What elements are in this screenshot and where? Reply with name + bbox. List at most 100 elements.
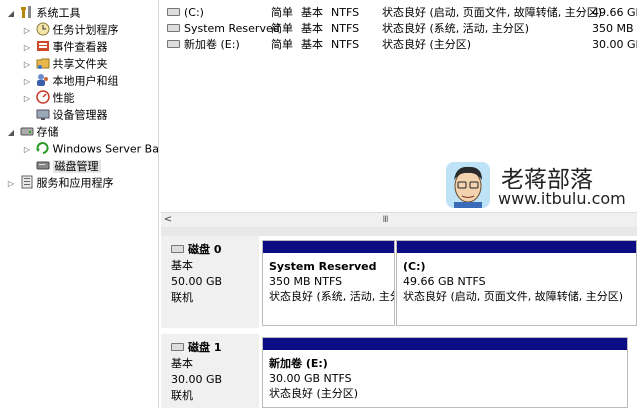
- partition-c[interactable]: (C:) 49.66 GB NTFS 状态良好 (启动, 页面文件, 故障转储,…: [396, 240, 637, 326]
- services-icon: [20, 175, 34, 189]
- volume-layout: 简单: [271, 38, 293, 51]
- tree-item-event-viewer[interactable]: ▷ 事件查看器: [22, 38, 108, 55]
- partition-size: 350 MB NTFS: [269, 275, 343, 288]
- disk-icon: [171, 343, 184, 351]
- disk-name: 磁盘 1: [188, 341, 222, 354]
- partition-bar: [263, 338, 627, 350]
- volume-type: 基本: [301, 22, 323, 35]
- tree-item-performance[interactable]: ▷ 性能: [22, 89, 75, 106]
- expand-arrow-icon[interactable]: ▷: [22, 73, 32, 90]
- tree-item-label: 本地用户和组: [52, 74, 119, 88]
- volume-row[interactable]: 新加卷 (E:) 简单 基本 NTFS 状态良好 (主分区) 30.00 GB: [161, 37, 637, 53]
- partition-bar: [397, 241, 636, 253]
- partition-e[interactable]: 新加卷 (E:) 30.00 GB NTFS 状态良好 (主分区): [262, 337, 628, 408]
- disk-1-label[interactable]: 磁盘 1 基本 30.00 GB 联机: [161, 334, 259, 408]
- scroll-thumb-grip[interactable]: III: [375, 214, 395, 226]
- tree-item-task-scheduler[interactable]: ▷ 任务计划程序: [22, 21, 119, 38]
- collapse-arrow-icon[interactable]: ◢: [6, 5, 16, 22]
- disk-header: 磁盘 1: [171, 340, 259, 356]
- volume-name: System Reserved: [167, 21, 280, 37]
- volume-filesystem: NTFS: [331, 38, 360, 51]
- partition-status: 状态良好 (主分区): [269, 387, 359, 400]
- expand-arrow-icon[interactable]: ▷: [22, 22, 32, 39]
- volume-capacity: 30.00 GB: [592, 38, 637, 51]
- volume-name-text: (C:): [184, 6, 204, 19]
- tree-item-label: 事件查看器: [52, 40, 108, 54]
- volume-icon: [167, 40, 180, 48]
- expand-arrow-icon[interactable]: ▷: [22, 56, 32, 73]
- disk-0-label[interactable]: 磁盘 0 基本 50.00 GB 联机: [161, 236, 259, 328]
- volume-type: 基本: [301, 38, 323, 51]
- expand-arrow-icon[interactable]: ▷: [22, 39, 32, 56]
- volume-capacity: 350 MB: [592, 22, 634, 35]
- volume-name-text: 新加卷 (E:): [184, 38, 240, 51]
- volume-name-text: System Reserved: [184, 22, 280, 35]
- volume-name: 新加卷 (E:): [167, 37, 240, 53]
- volume-name: (C:): [167, 5, 204, 21]
- partition-status: 状态良好 (系统, 活动, 主分区: [269, 290, 394, 303]
- volume-icon: [167, 24, 180, 32]
- tree-item-shared-folders[interactable]: ▷ 共享文件夹: [22, 55, 108, 72]
- volume-filesystem: NTFS: [331, 6, 360, 19]
- collapse-arrow-icon[interactable]: ◢: [6, 124, 16, 141]
- volume-filesystem: NTFS: [331, 22, 360, 35]
- shared-folder-icon: [36, 56, 50, 70]
- disk-type: 基本: [171, 259, 193, 272]
- volume-status: 状态良好 (启动, 页面文件, 故障转储, 主分区): [382, 6, 603, 19]
- disk-size: 50.00 GB: [171, 275, 223, 288]
- partition-system-reserved[interactable]: System Reserved 350 MB NTFS 状态良好 (系统, 活动…: [262, 240, 395, 326]
- expand-arrow-icon[interactable]: ▷: [6, 175, 16, 192]
- horizontal-scrollbar[interactable]: < III: [161, 212, 637, 228]
- tree-item-disk-management[interactable]: 磁盘管理: [22, 157, 101, 174]
- volume-status: 状态良好 (主分区): [382, 38, 472, 51]
- device-manager-icon: [36, 107, 50, 121]
- tree-item-storage[interactable]: ◢ 存储: [6, 123, 59, 140]
- watermark: 老蒋部落 www.itbulu.com: [446, 162, 631, 212]
- volume-row[interactable]: System Reserved 简单 基本 NTFS 状态良好 (系统, 活动,…: [161, 21, 637, 37]
- partition-size: 49.66 GB NTFS: [403, 275, 486, 288]
- partition-name: System Reserved: [269, 260, 377, 273]
- storage-icon: [20, 124, 34, 138]
- disk-icon: [171, 245, 184, 253]
- tools-icon: [20, 5, 34, 19]
- tree-item-local-users[interactable]: ▷ 本地用户和组: [22, 72, 119, 89]
- volume-status: 状态良好 (系统, 活动, 主分区): [382, 22, 530, 35]
- disk-state: 联机: [171, 291, 193, 304]
- disk-map: 磁盘 0 基本 50.00 GB 联机 System Reserved 350 …: [161, 236, 637, 408]
- event-viewer-icon: [36, 39, 50, 53]
- partition-size: 30.00 GB NTFS: [269, 372, 352, 385]
- tree-item-system-tools[interactable]: ◢ 系统工具: [6, 4, 81, 21]
- volume-capacity: 49.66 GB: [592, 6, 637, 19]
- tree-item-label: 任务计划程序: [52, 23, 119, 37]
- tree-item-label: Windows Server Back: [52, 142, 159, 156]
- partition-name: 新加卷 (E:): [269, 357, 328, 370]
- tree-item-label: 共享文件夹: [52, 57, 108, 71]
- disk-header: 磁盘 0: [171, 242, 259, 258]
- pane-splitter[interactable]: [161, 227, 637, 236]
- disk-management-icon: [36, 158, 50, 172]
- partition-details: 新加卷 (E:) 30.00 GB NTFS 状态良好 (主分区): [269, 356, 358, 401]
- volume-layout: 简单: [271, 22, 293, 35]
- partition-name: (C:): [403, 260, 426, 273]
- partition-bar: [263, 241, 394, 253]
- partition-details: System Reserved 350 MB NTFS 状态良好 (系统, 活动…: [269, 259, 394, 304]
- expand-arrow-icon[interactable]: ▷: [22, 90, 32, 107]
- volume-layout: 简单: [271, 6, 293, 19]
- partition-status: 状态良好 (启动, 页面文件, 故障转储, 主分区): [403, 290, 624, 303]
- avatar: [446, 162, 490, 208]
- tree-item-device-manager[interactable]: 设备管理器: [22, 106, 108, 123]
- scroll-left-button[interactable]: <: [161, 213, 175, 227]
- tree-item-label: 存储: [36, 125, 59, 139]
- navigation-tree: ◢ 系统工具 ▷ 任务计划程序 ▷ 事件查看器 ▷ 共享文件夹 ▷ 本地用户和组…: [0, 0, 159, 408]
- tree-item-windows-server-backup[interactable]: ▷ Windows Server Back: [22, 140, 159, 158]
- tree-item-services-and-applications[interactable]: ▷ 服务和应用程序: [6, 174, 114, 191]
- partition-details: (C:) 49.66 GB NTFS 状态良好 (启动, 页面文件, 故障转储,…: [403, 259, 623, 304]
- disk-type: 基本: [171, 357, 193, 370]
- clock-icon: [36, 22, 50, 36]
- watermark-url: www.itbulu.com: [498, 189, 626, 208]
- tree-item-label: 磁盘管理: [52, 159, 101, 173]
- disk-size: 30.00 GB: [171, 373, 223, 386]
- volume-row[interactable]: (C:) 简单 基本 NTFS 状态良好 (启动, 页面文件, 故障转储, 主分…: [161, 5, 637, 21]
- expand-arrow-icon[interactable]: ▷: [22, 141, 32, 158]
- users-icon: [36, 73, 50, 87]
